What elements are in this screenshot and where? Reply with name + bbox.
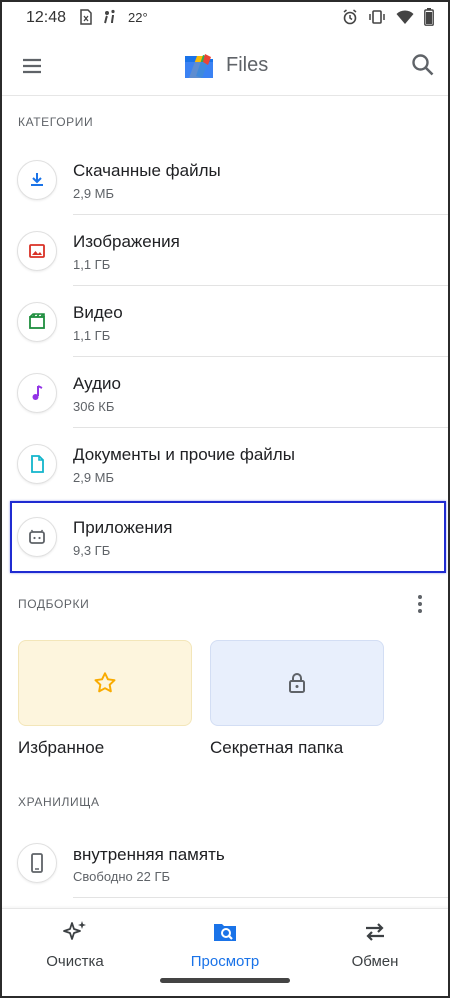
alarm-icon [343,9,357,25]
category-title: Скачанные файлы [73,161,221,180]
audio-icon-badge [17,373,57,413]
nav-share-label: Обмен [351,953,399,970]
top-app-bar: Files [0,36,450,96]
storage-section-title: ХРАНИЛИЩА [18,795,100,809]
status-bar: 12:48 22° [0,0,450,36]
image-icon [29,244,45,258]
more-options-icon[interactable] [410,592,430,616]
category-size: 2,9 МБ [73,186,115,201]
favorites-tile[interactable] [18,640,192,726]
collections-section-title: ПОДБОРКИ [18,597,90,611]
files-logo [185,54,213,78]
categories-section-title: КАТЕГОРИИ [18,115,94,129]
star-icon [94,672,116,693]
category-size: 1,1 ГБ [73,328,111,343]
phone-icon [31,853,43,873]
category-title: Документы и прочие файлы [73,445,295,464]
lock-icon [289,673,305,693]
image-icon-badge [17,231,57,271]
secret-folder-tile[interactable] [210,640,384,726]
category-video[interactable]: Видео 1,1 ГБ [0,286,450,357]
status-time: 12:48 [26,9,67,26]
audio-icon [32,385,43,400]
download-icon-badge [17,160,57,200]
search-icon[interactable] [410,52,436,78]
sim-icon [80,9,92,25]
category-apps[interactable]: Приложения 9,3 ГБ [0,501,450,572]
nav-share[interactable]: Обмен [300,919,450,979]
swap-icon [366,923,384,941]
video-icon-badge [17,302,57,342]
nav-clean-label: Очистка [46,953,104,970]
download-icon [31,173,43,186]
category-size: 9,3 ГБ [73,543,111,558]
storage-free: Свободно 22 ГБ [73,869,171,884]
category-title: Приложения [73,518,173,537]
divider [73,897,450,898]
nav-browse-label: Просмотр [190,953,260,970]
android-icon-badge [17,517,57,557]
browse-icon [214,924,236,941]
menu-icon[interactable] [20,54,44,78]
secret-folder-label: Секретная папка [210,738,344,757]
category-size: 2,9 МБ [73,470,115,485]
app-title: Files [226,54,269,76]
category-images[interactable]: Изображения 1,1 ГБ [0,215,450,286]
storage-title: внутренняя память [73,845,225,864]
bottom-navigation: Очистка Просмотр Обмен [0,908,450,998]
category-title: Видео [73,303,123,322]
home-indicator[interactable] [160,978,290,983]
phone-icon-badge [17,843,57,883]
document-icon [31,455,44,473]
category-size: 306 КБ [73,399,115,414]
favorites-label: Избранное [18,738,105,757]
category-size: 1,1 ГБ [73,257,111,272]
wifi-icon [396,10,414,24]
video-icon [29,313,45,329]
battery-icon [424,8,434,26]
walk-icon [104,9,115,24]
nav-browse[interactable]: Просмотр [150,919,300,979]
nav-clean[interactable]: Очистка [0,919,150,979]
category-audio[interactable]: Аудио 306 КБ [0,357,450,428]
document-icon-badge [17,444,57,484]
category-downloads[interactable]: Скачанные файлы 2,9 МБ [0,144,450,215]
category-title: Изображения [73,232,180,251]
status-temperature: 22° [128,9,148,25]
internal-storage-item[interactable]: внутренняя память Свободно 22 ГБ [0,826,450,898]
android-icon [29,529,45,544]
vibrate-icon [369,10,385,24]
sparkle-icon [63,921,86,940]
category-title: Аудио [73,374,121,393]
category-documents[interactable]: Документы и прочие файлы 2,9 МБ [0,428,450,499]
